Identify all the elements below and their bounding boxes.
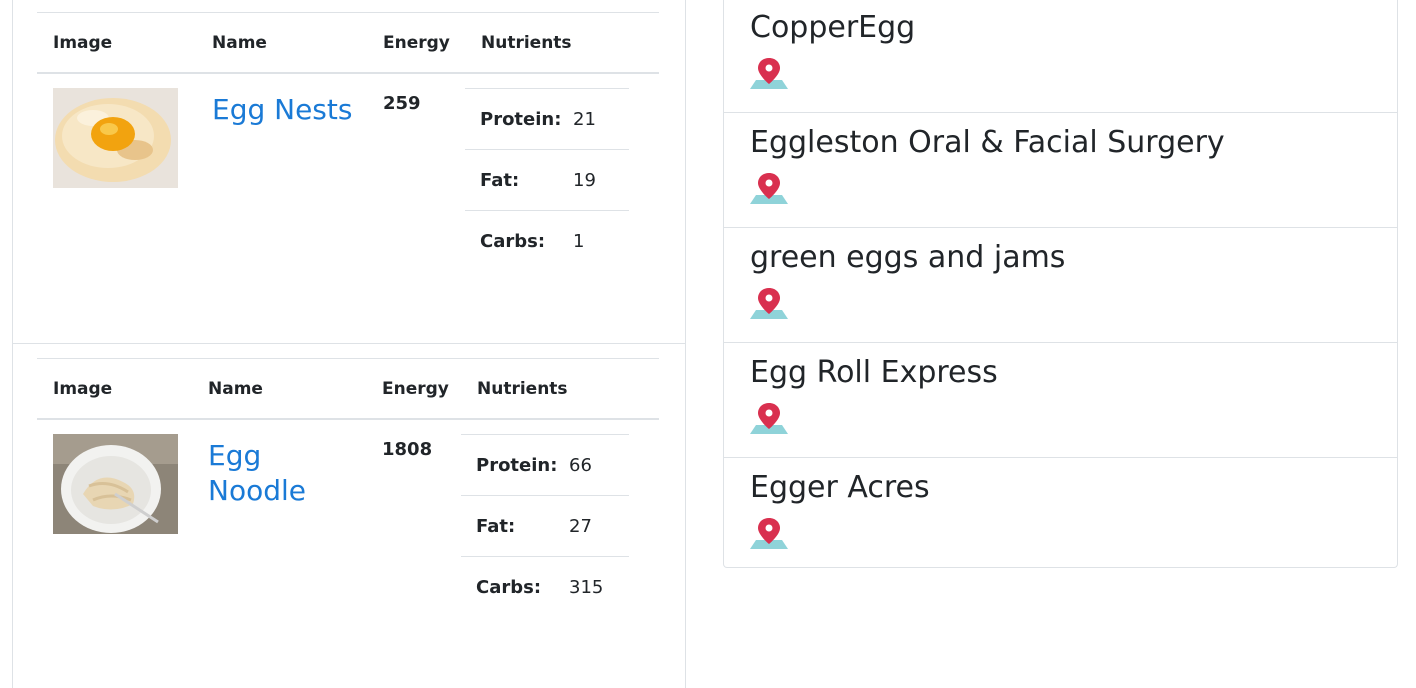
list-item[interactable]: green eggs and jams — [724, 228, 1397, 343]
recipe-results: Image Name Energy Nutrients Egg Nests 25… — [12, 0, 686, 688]
header-nutrients: Nutrients — [481, 32, 572, 53]
name-cell: Egg Noodle — [192, 434, 366, 617]
image-cell — [37, 434, 192, 617]
table-row: Egg Noodle 1808 Protein: 66 Fat: 27 Carb… — [37, 420, 659, 617]
name-cell: Egg Nests — [196, 88, 367, 271]
map-pin-icon — [750, 58, 788, 89]
nutrient-row-carbs: Carbs: 1 — [465, 210, 629, 271]
list-item[interactable]: Eggleston Oral & Facial Surgery — [724, 113, 1397, 228]
place-name: CopperEgg — [750, 10, 916, 45]
list-item[interactable]: Egger Acres — [724, 458, 1397, 573]
recipe-link[interactable]: Egg Nests — [212, 92, 367, 127]
nutrient-value: 315 — [569, 576, 604, 598]
nutrient-row-protein: Protein: 21 — [465, 88, 629, 149]
nutrient-value: 19 — [573, 169, 596, 191]
place-name: Egger Acres — [750, 470, 930, 505]
nutrients-table: Protein: 66 Fat: 27 Carbs: 315 — [461, 434, 629, 617]
nutrient-label: Fat: — [480, 169, 520, 191]
nutrients-cell: Protein: 66 Fat: 27 Carbs: 315 — [461, 434, 655, 617]
recipe-link[interactable]: Egg Noodle — [208, 438, 328, 508]
header-image: Image — [53, 378, 113, 399]
nutrient-row-protein: Protein: 66 — [461, 434, 629, 495]
egg-noodle-image — [53, 434, 178, 534]
nutrient-label: Carbs: — [480, 230, 546, 252]
place-name: Eggleston Oral & Facial Surgery — [750, 125, 1225, 160]
nutrient-row-fat: Fat: 27 — [461, 495, 629, 556]
nutrient-label: Fat: — [476, 515, 516, 537]
places-list: CopperEgg Eggleston Oral & Facial Surger… — [723, 0, 1398, 568]
nutrients-table: Protein: 21 Fat: 19 Carbs: 1 — [465, 88, 629, 271]
nutrient-value: 66 — [569, 454, 592, 476]
header-energy: Energy — [382, 378, 449, 399]
map-pin-icon — [750, 288, 788, 319]
energy-cell: 1808 — [366, 434, 461, 617]
table-row: Egg Nests 259 Protein: 21 Fat: 19 Carbs:… — [37, 74, 659, 271]
recipe-table: Image Name Energy Nutrients — [37, 358, 659, 617]
recipe-table: Image Name Energy Nutrients — [37, 12, 659, 271]
map-pin-icon — [750, 403, 788, 434]
nutrient-label: Protein: — [476, 454, 558, 476]
place-name: green eggs and jams — [750, 240, 1066, 275]
list-item[interactable]: Egg Roll Express — [724, 343, 1397, 458]
nutrient-value: 21 — [573, 108, 596, 130]
image-cell — [37, 88, 196, 271]
energy-cell: 259 — [367, 88, 465, 271]
nutrient-label: Carbs: — [476, 576, 542, 598]
nutrient-row-fat: Fat: 19 — [465, 149, 629, 210]
nutrient-label: Protein: — [480, 108, 562, 130]
header-energy: Energy — [383, 32, 450, 53]
map-pin-icon — [750, 173, 788, 204]
table-header: Image Name Energy Nutrients — [37, 13, 659, 74]
energy-value: 1808 — [382, 439, 433, 460]
nutrient-value: 1 — [573, 230, 585, 252]
egg-nests-image — [53, 88, 178, 188]
energy-value: 259 — [383, 93, 421, 114]
place-name: Egg Roll Express — [750, 355, 998, 390]
nutrients-cell: Protein: 21 Fat: 19 Carbs: 1 — [465, 88, 659, 271]
header-name: Name — [208, 378, 263, 399]
table-header: Image Name Energy Nutrients — [37, 359, 659, 420]
page: Image Name Energy Nutrients Egg Nests 25… — [0, 0, 1416, 688]
header-name: Name — [212, 32, 267, 53]
map-pin-icon — [750, 518, 788, 549]
list-item[interactable]: CopperEgg — [724, 0, 1397, 113]
recipe-card: Image Name Energy Nutrients — [13, 0, 685, 344]
header-nutrients: Nutrients — [477, 378, 568, 399]
recipe-card: Image Name Energy Nutrients — [13, 344, 685, 688]
header-image: Image — [53, 32, 113, 53]
nutrient-row-carbs: Carbs: 315 — [461, 556, 629, 617]
nutrient-value: 27 — [569, 515, 592, 537]
